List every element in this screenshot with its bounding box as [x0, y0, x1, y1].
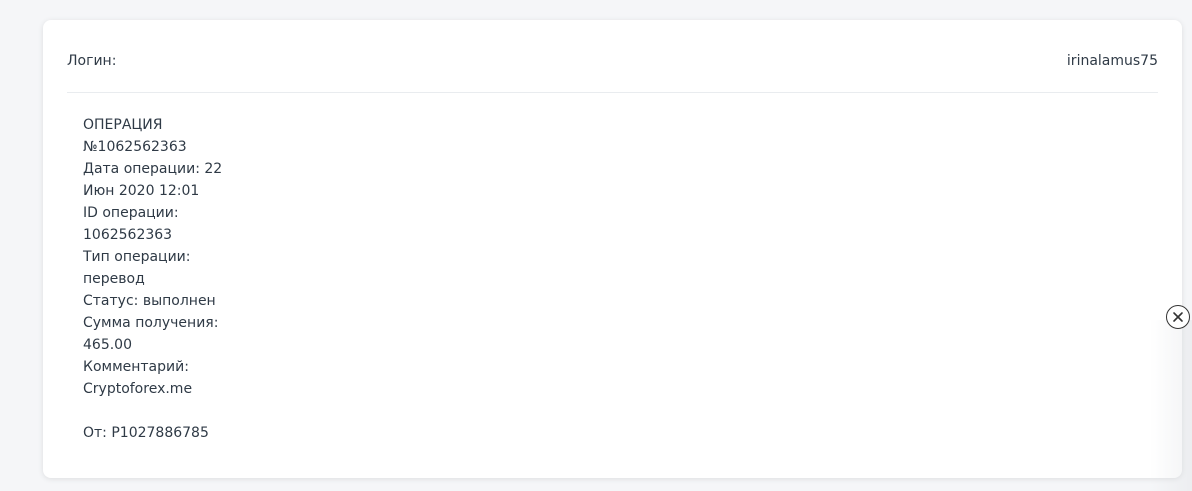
operation-details: ОПЕРАЦИЯ №1062562363 Дата операции: 22 И… [83, 114, 273, 444]
operation-comment-value: Cryptoforex.me [83, 381, 193, 397]
operation-status: Статус: выполнен [83, 293, 216, 309]
operation-amount-value: 465.00 [83, 337, 132, 353]
operation-id-label: ID операции: [83, 205, 179, 221]
operation-date-value: Июн 2020 12:01 [83, 183, 200, 199]
operation-from: От: P1027886785 [83, 425, 209, 441]
operation-id-value: 1062562363 [83, 227, 173, 243]
operation-type-value: перевод [83, 271, 145, 287]
login-row: Логин: irinalamus75 [67, 50, 1158, 72]
operation-comment-label: Комментарий: [83, 359, 189, 375]
close-icon [1173, 312, 1183, 322]
operation-type-label: Тип операции: [83, 249, 191, 265]
operation-card: Логин: irinalamus75 ОПЕРАЦИЯ №1062562363… [43, 20, 1182, 478]
divider [67, 92, 1158, 93]
operation-date-label: Дата операции: 22 [83, 161, 223, 177]
operation-number: №1062562363 [83, 139, 187, 155]
operation-heading: ОПЕРАЦИЯ [83, 117, 163, 133]
login-label: Логин: [67, 53, 117, 69]
close-button[interactable] [1166, 305, 1190, 329]
login-value: irinalamus75 [1066, 53, 1158, 69]
operation-amount-label: Сумма получения: [83, 315, 219, 331]
